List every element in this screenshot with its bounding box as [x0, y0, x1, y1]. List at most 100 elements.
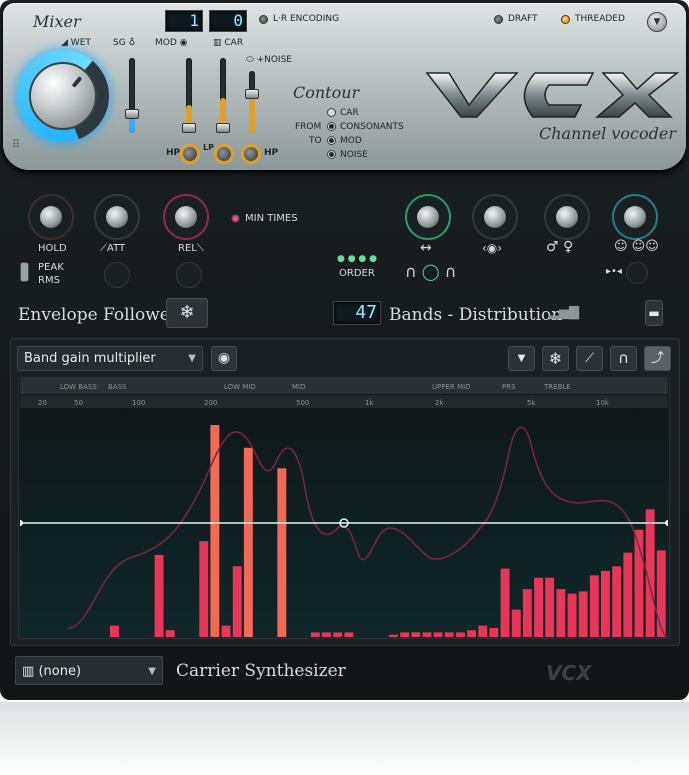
band-bar[interactable]: [511, 609, 521, 637]
band-bar[interactable]: [556, 589, 566, 637]
contour-option-mod: MOD: [340, 136, 362, 146]
att-curve-knob[interactable]: [104, 262, 130, 288]
contour-mod-radio[interactable]: [327, 136, 336, 145]
freq-label: 10k: [596, 399, 610, 407]
band-bar[interactable]: [578, 591, 588, 637]
noise-slider-handle[interactable]: [245, 89, 259, 99]
bands-menu-button[interactable]: ▬: [645, 300, 663, 326]
mod-channel-display[interactable]: 1: [165, 10, 203, 32]
wet-knob[interactable]: [29, 62, 97, 130]
curve-tool-button[interactable]: ⟋: [576, 346, 603, 371]
graph-mode-dropdown[interactable]: Band gain multiplier ▼: [17, 346, 203, 371]
contour-consonants-radio[interactable]: [327, 122, 336, 131]
band-bar[interactable]: [456, 632, 465, 637]
peak-rms-switch[interactable]: [20, 262, 29, 282]
band-bar[interactable]: [400, 632, 410, 637]
band-bar[interactable]: [489, 627, 499, 637]
mod-slider-handle[interactable]: [182, 123, 196, 133]
mod-hp-knob[interactable]: [180, 144, 200, 164]
lips-icon: ◉: [217, 350, 231, 366]
gain-handle-left[interactable]: [20, 520, 23, 526]
car-hp-knob[interactable]: [241, 144, 261, 164]
min-times-led[interactable]: [231, 214, 240, 223]
width-arrows-icon: ↔: [420, 240, 432, 256]
lips-button[interactable]: ◉: [211, 346, 237, 371]
noise-label: ⬭ +NOISE: [246, 55, 292, 65]
vcx-logo: [425, 72, 680, 118]
freq-label: 500: [296, 399, 309, 407]
snowflake-icon: ❄: [548, 349, 563, 368]
rel-curve-knob[interactable]: [176, 262, 202, 288]
band-bar[interactable]: [612, 566, 622, 637]
carrier-dropdown[interactable]: ▥ (none) ▼: [15, 656, 163, 685]
reflection: [0, 702, 689, 775]
contour-car-radio[interactable]: [327, 108, 336, 117]
noise-slider-track[interactable]: [249, 71, 255, 133]
envelope-follower-title: Envelope Follower: [18, 305, 178, 325]
band-bar[interactable]: [478, 625, 488, 637]
band-bar[interactable]: [433, 632, 443, 637]
band-bar[interactable]: [110, 625, 119, 637]
band-bar[interactable]: [623, 552, 633, 637]
contour-noise-radio[interactable]: [327, 150, 336, 159]
band-bar[interactable]: [522, 589, 532, 637]
bands-count-display[interactable]: 47: [333, 301, 381, 325]
order-leds[interactable]: ● ● ● ●: [337, 254, 377, 264]
band-bar[interactable]: [199, 541, 209, 637]
band-bar[interactable]: [534, 577, 543, 637]
stereo-width-knob[interactable]: [405, 194, 451, 240]
band-bar[interactable]: [232, 566, 242, 637]
sg-slider-handle[interactable]: [125, 109, 139, 119]
threaded-led[interactable]: [561, 15, 570, 24]
band-bar[interactable]: [221, 625, 231, 637]
sg-label: SG ♁: [113, 38, 136, 48]
band-bar[interactable]: [322, 632, 331, 637]
band-bar[interactable]: [656, 550, 666, 637]
sg-slider-track[interactable]: [129, 58, 135, 133]
band-bar[interactable]: [411, 632, 421, 637]
magnet-button[interactable]: ∩: [610, 346, 637, 371]
band-bar[interactable]: [601, 570, 610, 637]
car-lp-knob[interactable]: [214, 144, 234, 164]
band-bar[interactable]: [243, 447, 253, 637]
band-bar[interactable]: [389, 634, 398, 637]
freq-label: 200: [204, 399, 217, 407]
hold-knob[interactable]: [28, 194, 74, 240]
freq-label: 1k: [365, 399, 374, 407]
car-slider-handle[interactable]: [216, 123, 230, 133]
freeze-envelope-button[interactable]: ❄: [166, 298, 208, 328]
band-bar[interactable]: [154, 554, 164, 637]
band-bar[interactable]: [589, 575, 599, 637]
band-bar[interactable]: [444, 632, 454, 637]
band-bar[interactable]: [422, 632, 432, 637]
band-bar[interactable]: [165, 630, 175, 637]
band-bar[interactable]: [277, 468, 287, 637]
formant-knob[interactable]: [472, 194, 518, 240]
band-bar[interactable]: [344, 632, 354, 637]
gain-handle-right[interactable]: [665, 520, 668, 526]
band-bar[interactable]: [545, 577, 555, 637]
draft-led[interactable]: [494, 15, 503, 24]
freeze-graph-button[interactable]: ❄: [542, 346, 569, 371]
voices-knob[interactable]: [612, 194, 658, 240]
freq-label: 2k: [435, 399, 444, 407]
band-bar[interactable]: [333, 632, 343, 637]
rel-label: REL⟍: [178, 243, 204, 254]
car-slider-track[interactable]: [220, 58, 226, 133]
rel-knob[interactable]: [163, 194, 209, 240]
spread-knob[interactable]: [626, 262, 648, 284]
car-channel-display[interactable]: 0: [209, 10, 247, 32]
mod-slider-track[interactable]: [186, 58, 192, 133]
lr-encoding-led[interactable]: [259, 15, 268, 24]
gender-knob[interactable]: [544, 194, 590, 240]
range-label: BASS: [108, 383, 127, 391]
band-bar[interactable]: [500, 568, 510, 637]
band-bar[interactable]: [467, 630, 476, 637]
att-knob[interactable]: [94, 194, 140, 240]
band-bar[interactable]: [567, 593, 577, 637]
menu-dropdown-button[interactable]: ▼: [647, 12, 667, 32]
piano-icon: ▥: [213, 38, 222, 48]
graph-menu-button[interactable]: ▼: [508, 346, 535, 371]
band-bar[interactable]: [310, 632, 320, 637]
link-tool-button[interactable]: ⤴: [644, 346, 671, 371]
